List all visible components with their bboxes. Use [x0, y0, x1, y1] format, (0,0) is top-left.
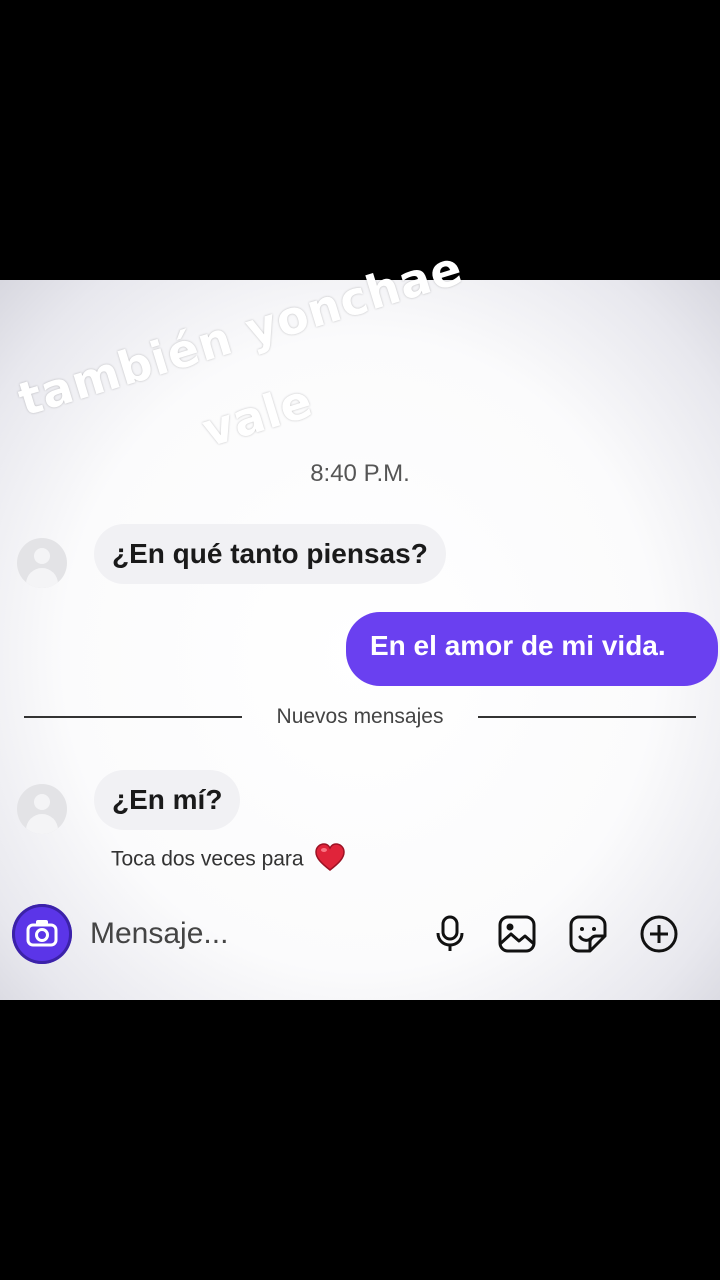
- incoming-message-bubble[interactable]: ¿En qué tanto piensas?: [94, 524, 446, 584]
- sticker-button[interactable]: [568, 914, 608, 954]
- incoming-message-bubble[interactable]: ¿En mí?: [94, 770, 241, 830]
- sticker-icon: [569, 915, 607, 953]
- double-tap-hint: Toca dos veces para: [111, 843, 346, 877]
- heart-icon: [315, 843, 346, 877]
- double-tap-hint-text: Toca dos veces para: [111, 847, 304, 871]
- gallery-button[interactable]: [497, 914, 537, 954]
- add-button[interactable]: [639, 914, 679, 954]
- new-messages-divider: Nuevos mensajes: [24, 705, 696, 729]
- avatar[interactable]: [17, 784, 67, 834]
- message-composer: [0, 900, 720, 972]
- divider-label: Nuevos mensajes: [276, 705, 444, 728]
- camera-button[interactable]: [12, 904, 72, 964]
- camera-icon: [26, 920, 58, 947]
- outgoing-message-bubble[interactable]: En el amor de mi vida.: [346, 612, 718, 686]
- message-timestamp: 8:40 P.M.: [310, 460, 410, 487]
- video-frame: también yonchae vale 8:40 P.M. ¿En qué t…: [0, 0, 720, 1280]
- microphone-icon: [436, 915, 464, 951]
- add-icon: [640, 915, 678, 953]
- message-input[interactable]: [90, 914, 410, 954]
- microphone-button[interactable]: [430, 914, 470, 954]
- avatar[interactable]: [17, 538, 67, 588]
- gallery-icon: [498, 915, 536, 953]
